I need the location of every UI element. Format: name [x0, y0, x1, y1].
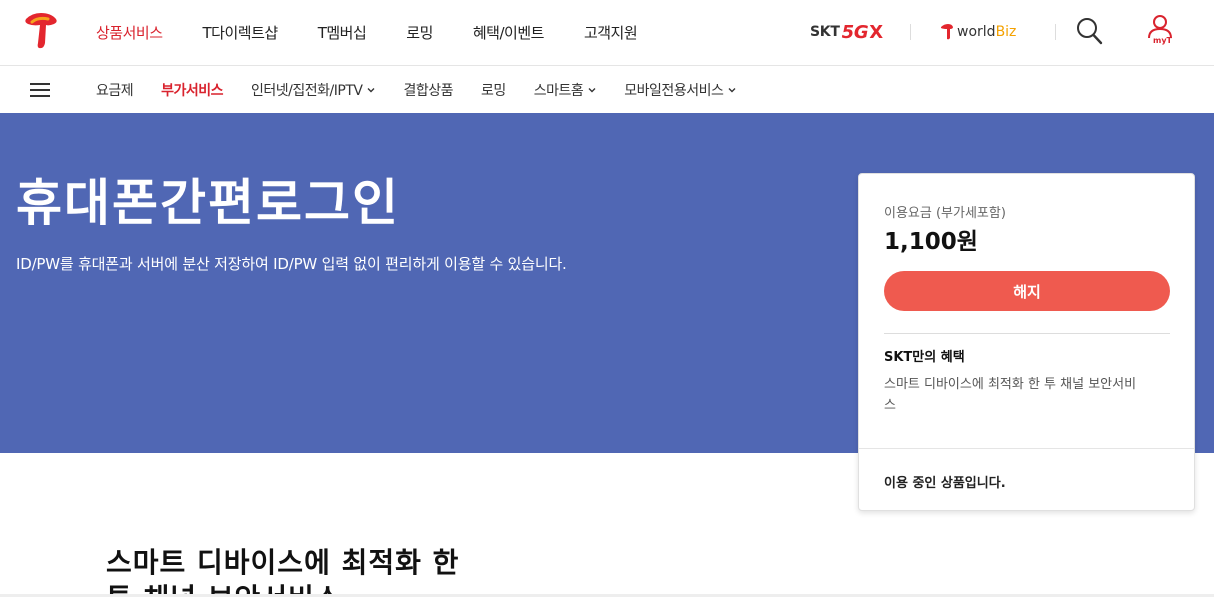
- chevron-down-icon: [588, 87, 596, 92]
- skt-5gx-x-text: X: [869, 21, 883, 43]
- search-icon: [1077, 18, 1103, 45]
- fee-label: 이용요금 (부가세포함): [884, 206, 1006, 221]
- fee-price: 1,100원: [884, 229, 978, 255]
- search-button[interactable]: [1076, 16, 1104, 46]
- lnb-item-label: 요금제: [96, 82, 134, 99]
- lnb-item-addon-services[interactable]: 부가서비스: [161, 80, 223, 100]
- gnb-item-t-membership[interactable]: T멤버십: [318, 22, 367, 43]
- lnb-item-label: 결합상품: [403, 82, 453, 99]
- hamburger-line: [30, 83, 50, 85]
- gnb-divider: [910, 24, 911, 40]
- benefit-title: SKT만의 혜택: [884, 350, 965, 365]
- skt-5gx-5g-text: 5G: [841, 21, 869, 43]
- skt-5gx-link[interactable]: SKT 5G X: [810, 0, 883, 64]
- skt-5gx-skt-text: SKT: [810, 24, 840, 40]
- hamburger-line: [30, 89, 50, 91]
- myt-label: myT: [1153, 36, 1173, 45]
- worldbiz-link[interactable]: world Biz: [940, 0, 1016, 64]
- worldbiz-t-icon: [941, 24, 953, 40]
- subscription-status: 이용 중인 상품입니다.: [884, 476, 1006, 491]
- card-divider: [859, 448, 1194, 449]
- lnb-item-label: 모바일전용서비스: [624, 82, 724, 99]
- lnb-item-label: 인터넷/집전화/IPTV: [251, 82, 363, 99]
- hamburger-line: [30, 95, 50, 97]
- lnb-item-label: 스마트홈: [533, 82, 584, 99]
- chevron-down-icon: [367, 87, 375, 92]
- lnb-item-smart-home[interactable]: 스마트홈: [534, 80, 597, 100]
- lnb-item-roaming[interactable]: 로밍: [481, 80, 506, 100]
- cancel-subscription-button[interactable]: 해지: [884, 271, 1170, 311]
- global-nav: 상품서비스 T다이렉트샵 T멤버십 로밍 혜택/이벤트 고객지원 SKT 5G X …: [0, 0, 1214, 66]
- gnb-menu: 상품서비스 T다이렉트샵 T멤버십 로밍 혜택/이벤트 고객지원: [96, 0, 677, 64]
- lnb-item-plans[interactable]: 요금제: [96, 80, 134, 100]
- chevron-down-icon: [728, 87, 736, 92]
- subscription-card: 이용요금 (부가세포함) 1,100원 해지 SKT만의 혜택 스마트 디바이스…: [858, 173, 1195, 511]
- card-divider: [884, 333, 1170, 334]
- gnb-item-benefits-events[interactable]: 혜택/이벤트: [473, 22, 545, 43]
- benefit-description: 스마트 디바이스에 최적화 한 투 채널 보안서비스: [884, 377, 1137, 413]
- lnb-item-label: 부가서비스: [161, 82, 224, 99]
- gnb-item-roaming[interactable]: 로밍: [406, 22, 433, 43]
- page-description: ID/PW를 휴대폰과 서버에 분산 저장하여 ID/PW 입력 없이 편리하게…: [16, 255, 567, 273]
- myt-button[interactable]: myT: [1144, 14, 1184, 48]
- gnb-item-t-direct-shop[interactable]: T다이렉트샵: [203, 22, 279, 43]
- lnb-item-label: 로밍: [481, 82, 506, 99]
- sub-nav: 요금제 부가서비스 인터넷/집전화/IPTV 결합상품 로밍 스마트홈 모바일전…: [0, 66, 1214, 113]
- gnb-divider: [1055, 24, 1056, 40]
- lnb-menu: 요금제 부가서비스 인터넷/집전화/IPTV 결합상품 로밍 스마트홈 모바일전…: [96, 66, 764, 113]
- gnb-item-products[interactable]: 상품서비스: [96, 22, 163, 43]
- gnb-item-customer-support[interactable]: 고객지원: [584, 22, 638, 43]
- worldbiz-biz-text: Biz: [995, 24, 1017, 40]
- t-logo-icon[interactable]: [24, 13, 58, 49]
- hamburger-menu-button[interactable]: [30, 83, 50, 97]
- lnb-item-internet-iptv[interactable]: 인터넷/집전화/IPTV: [251, 80, 375, 100]
- worldbiz-world-text: world: [957, 24, 996, 40]
- section-heading: 스마트 디바이스에 최적화 한 투 채널 보안서비스: [106, 546, 460, 597]
- lnb-item-bundles[interactable]: 결합상품: [403, 80, 453, 100]
- lnb-item-mobile-services[interactable]: 모바일전용서비스: [624, 80, 736, 100]
- page-title: 휴대폰간편로그인: [16, 174, 400, 232]
